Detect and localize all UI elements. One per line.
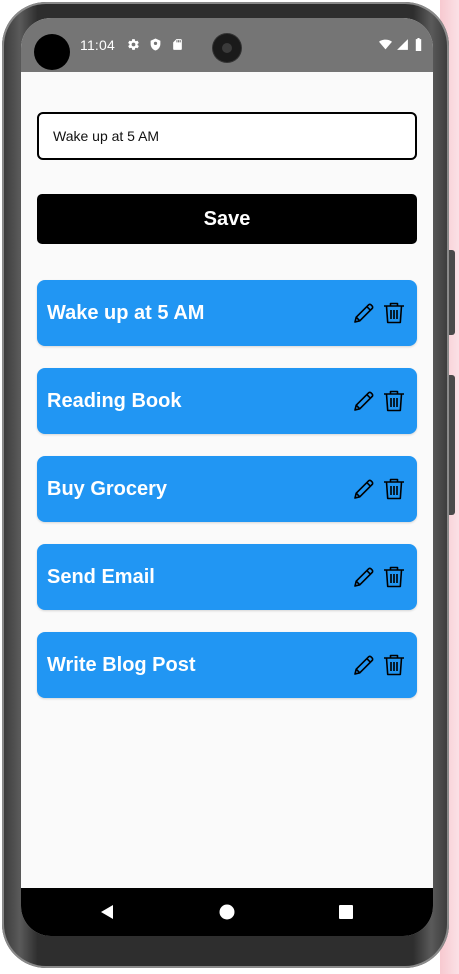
task-card[interactable]: Wake up at 5 AM	[37, 280, 417, 346]
pencil-icon[interactable]	[352, 301, 376, 325]
task-title: Buy Grocery	[47, 478, 168, 500]
pencil-icon[interactable]	[352, 389, 376, 413]
task-input[interactable]	[37, 112, 417, 160]
pencil-icon[interactable]	[352, 653, 376, 677]
task-card[interactable]: Reading Book	[37, 368, 417, 434]
task-title: Reading Book	[47, 390, 182, 412]
signal-icon	[397, 39, 408, 50]
volume-button[interactable]	[449, 375, 455, 515]
task-title: Write Blog Post	[47, 654, 196, 676]
front-camera	[34, 34, 70, 70]
home-icon[interactable]	[217, 902, 237, 922]
recents-icon[interactable]	[336, 902, 356, 922]
shield-icon	[150, 38, 161, 51]
wifi-icon	[379, 39, 392, 50]
task-card[interactable]: Send Email	[37, 544, 417, 610]
status-time: 11:04	[80, 37, 115, 53]
task-card[interactable]: Buy Grocery	[37, 456, 417, 522]
task-title: Wake up at 5 AM	[47, 302, 205, 324]
task-list: Wake up at 5 AM Reading Book Buy Grocery…	[37, 280, 417, 720]
task-title: Send Email	[47, 566, 155, 588]
back-icon[interactable]	[97, 902, 117, 922]
trash-icon[interactable]	[382, 301, 406, 325]
app-content: Save Wake up at 5 AM Reading Book	[21, 72, 433, 888]
sd-card-icon	[173, 39, 182, 50]
battery-icon	[415, 38, 422, 51]
save-button[interactable]: Save	[37, 194, 417, 244]
device-screen: 11:04 Save Wake up at 5 AM	[21, 18, 433, 936]
trash-icon[interactable]	[382, 653, 406, 677]
trash-icon[interactable]	[382, 389, 406, 413]
trash-icon[interactable]	[382, 565, 406, 589]
gear-icon	[128, 39, 139, 50]
center-camera	[213, 34, 241, 62]
navigation-bar	[21, 888, 433, 936]
status-bar: 11:04	[21, 18, 433, 72]
power-button[interactable]	[449, 250, 455, 335]
pencil-icon[interactable]	[352, 565, 376, 589]
trash-icon[interactable]	[382, 477, 406, 501]
pencil-icon[interactable]	[352, 477, 376, 501]
task-card[interactable]: Write Blog Post	[37, 632, 417, 698]
